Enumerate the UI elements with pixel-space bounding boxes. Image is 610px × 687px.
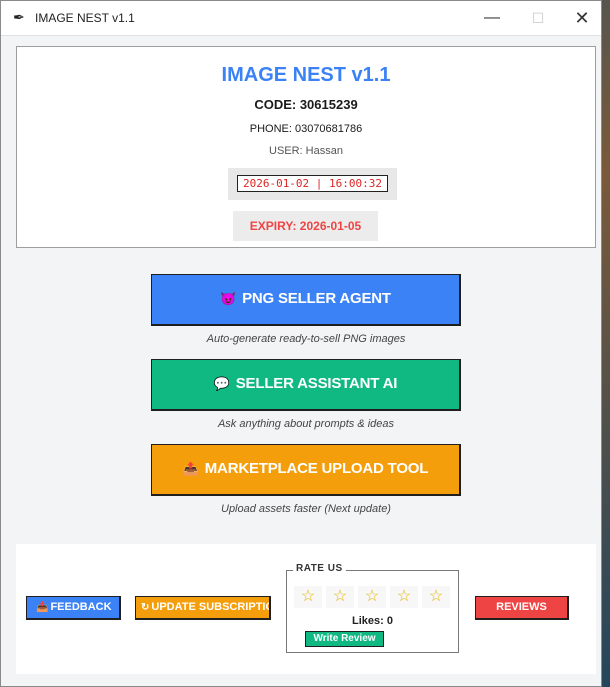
star-1-icon[interactable]: ☆ xyxy=(294,586,322,608)
title-bar[interactable]: ✒ IMAGE NEST v1.1 — ☐ ✕ xyxy=(1,1,601,36)
star-2-icon[interactable]: ☆ xyxy=(326,586,354,608)
marketplace-upload-tool-button[interactable]: 📤 MARKETPLACE UPLOAD TOOL xyxy=(151,444,461,496)
code-label: CODE: 30615239 xyxy=(254,97,358,112)
datetime-display: 2026-01-02 | 16:00:32 xyxy=(237,175,388,192)
update-subscription-button[interactable]: ↻ UPDATE SUBSCRIPTION xyxy=(135,596,271,620)
star-5-icon[interactable]: ☆ xyxy=(422,586,450,608)
rate-us-title: RATE US xyxy=(293,563,346,574)
user-label: USER: Hassan xyxy=(269,145,343,157)
star-3-icon[interactable]: ☆ xyxy=(358,586,386,608)
png-seller-agent-caption: Auto-generate ready-to-sell PNG images xyxy=(206,333,406,345)
expiry-label: EXPIRY: 2026-01-05 xyxy=(233,211,378,241)
upload-icon: 📤 xyxy=(182,461,199,476)
star-4-icon[interactable]: ☆ xyxy=(390,586,418,608)
png-seller-agent-label: PNG SELLER AGENT xyxy=(242,290,391,307)
phone-label: PHONE: 03070681786 xyxy=(249,123,363,135)
close-button[interactable]: ✕ xyxy=(567,7,597,29)
inbox-icon: 📥 xyxy=(36,602,49,613)
app-title: IMAGE NEST v1.1 xyxy=(221,64,391,86)
refresh-icon: ↻ xyxy=(141,602,150,613)
feedback-button[interactable]: 📥 FEEDBACK xyxy=(26,596,121,620)
likes-count: Likes: 0 xyxy=(352,615,393,627)
minimize-button[interactable]: — xyxy=(477,7,507,29)
account-info-panel: IMAGE NEST v1.1 CODE: 30615239 PHONE: 03… xyxy=(16,46,596,248)
update-subscription-label: UPDATE SUBSCRIPTION xyxy=(151,601,271,613)
chat-icon: 💬 xyxy=(213,376,230,391)
footer-panel: 📥 FEEDBACK ↻ UPDATE SUBSCRIPTION RATE US ☆… xyxy=(16,544,596,674)
feather-icon: ✒ xyxy=(13,9,25,25)
window-title: IMAGE NEST v1.1 xyxy=(35,11,135,25)
seller-assistant-ai-caption: Ask anything about prompts & ideas xyxy=(217,418,395,430)
png-seller-agent-button[interactable]: 😈 PNG SELLER AGENT xyxy=(151,274,461,326)
rate-us-box: RATE US ☆ ☆ ☆ ☆ ☆ Likes: 0 Write Review xyxy=(286,563,459,653)
feedback-label: FEEDBACK xyxy=(50,601,112,613)
marketplace-upload-tool-label: MARKETPLACE UPLOAD TOOL xyxy=(204,460,429,477)
seller-assistant-ai-label: SELLER ASSISTANT AI xyxy=(235,375,398,392)
reviews-button[interactable]: REVIEWS xyxy=(475,596,569,620)
seller-assistant-ai-button[interactable]: 💬 SELLER ASSISTANT AI xyxy=(151,359,461,411)
write-review-button[interactable]: Write Review xyxy=(305,631,384,647)
app-window: ✒ IMAGE NEST v1.1 — ☐ ✕ IMAGE NEST v1.1 … xyxy=(0,0,602,687)
maximize-button[interactable]: ☐ xyxy=(523,7,553,29)
robot-icon: 😈 xyxy=(220,291,237,306)
clock-container: 2026-01-02 | 16:00:32 xyxy=(228,168,397,200)
marketplace-upload-tool-caption: Upload assets faster (Next update) xyxy=(221,503,391,515)
